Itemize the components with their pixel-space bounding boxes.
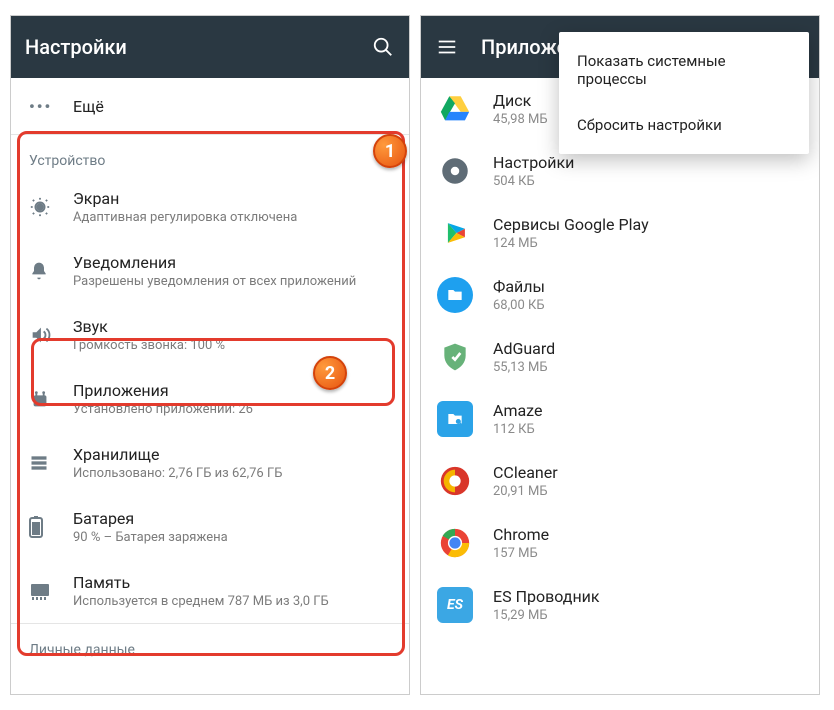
item-sub: Используется в среднем 787 МБ из 3,0 ГБ xyxy=(73,594,391,609)
item-title: Приложения xyxy=(73,381,391,400)
app-row-play-services[interactable]: Сервисы Google Play 124 МБ xyxy=(421,202,819,264)
app-icon-adguard xyxy=(437,339,473,375)
more-label: Ещё xyxy=(73,97,391,116)
app-name: Сервисы Google Play xyxy=(493,215,649,234)
item-title: Уведомления xyxy=(73,253,391,272)
item-sub: Установлено приложений: 26 xyxy=(73,402,391,417)
item-sub: Разрешены уведомления от всех приложений xyxy=(73,274,391,289)
more-icon: ••• xyxy=(29,97,52,116)
settings-item-apps[interactable]: Приложения Установлено приложений: 26 xyxy=(11,367,409,431)
app-row-chrome[interactable]: Chrome 157 МБ xyxy=(421,512,819,574)
annotation-badge-2: 2 xyxy=(313,356,347,390)
app-icon-ccleaner xyxy=(437,463,473,499)
app-icon-amaze xyxy=(437,401,473,437)
app-row-ccleaner[interactable]: CCleaner 20,91 МБ xyxy=(421,450,819,512)
app-size: 112 КБ xyxy=(493,422,542,437)
settings-item-storage[interactable]: Хранилище Использовано: 2,76 ГБ из 62,76… xyxy=(11,431,409,495)
app-icon-files xyxy=(437,277,473,313)
apps-icon xyxy=(29,388,65,410)
settings-item-battery[interactable]: Батарея 90 % – Батарея заряжена xyxy=(11,495,409,559)
app-name: AdGuard xyxy=(493,339,555,358)
sound-icon xyxy=(29,324,65,346)
app-size: 15,29 МБ xyxy=(493,608,600,623)
appbar: Настройки xyxy=(11,16,409,78)
item-sub: Громкость звонка: 100 % xyxy=(73,338,391,353)
app-icon-chrome xyxy=(437,525,473,561)
overflow-menu: Показать системные процессы Сбросить нас… xyxy=(559,32,809,154)
settings-screen: Настройки ••• Ещё Устройство Экран Адапт… xyxy=(10,15,410,695)
battery-icon xyxy=(29,516,65,538)
apps-screen: Приложе Диск 45,98 МБ Настройки 504 КБ xyxy=(420,15,820,695)
app-name: ES Проводник xyxy=(493,587,600,606)
section-header-personal: Личные данные xyxy=(11,624,409,664)
display-icon xyxy=(29,196,65,218)
search-icon[interactable] xyxy=(371,35,395,59)
settings-item-memory[interactable]: Память Используется в среднем 787 МБ из … xyxy=(11,559,409,623)
app-size: 68,00 КБ xyxy=(493,298,545,313)
app-size: 45,98 МБ xyxy=(493,112,548,127)
app-icon-play xyxy=(437,215,473,251)
app-size: 55,13 МБ xyxy=(493,360,555,375)
bell-icon xyxy=(29,261,65,281)
settings-item-sound[interactable]: Звук Громкость звонка: 100 % xyxy=(11,303,409,367)
app-name: Файлы xyxy=(493,277,545,296)
storage-icon xyxy=(29,453,65,473)
settings-item-display[interactable]: Экран Адаптивная регулировка отключена xyxy=(11,175,409,239)
item-title: Память xyxy=(73,573,391,592)
item-sub: 90 % – Батарея заряжена xyxy=(73,530,391,545)
app-icon-drive xyxy=(437,91,473,127)
item-title: Хранилище xyxy=(73,445,391,464)
settings-content: ••• Ещё Устройство Экран Адаптивная регу… xyxy=(11,78,409,664)
app-icon-settings xyxy=(437,153,473,189)
item-sub: Использовано: 2,76 ГБ из 62,76 ГБ xyxy=(73,466,391,481)
annotation-badge-1: 1 xyxy=(373,134,407,168)
section-header-device: Устройство xyxy=(11,135,409,175)
app-icon-es: ES xyxy=(437,587,473,623)
page-title: Настройки xyxy=(25,35,371,59)
app-name: CCleaner xyxy=(493,463,558,482)
app-name: Chrome xyxy=(493,525,549,544)
apps-list[interactable]: Диск 45,98 МБ Настройки 504 КБ Сервисы G… xyxy=(421,78,819,636)
app-size: 157 МБ xyxy=(493,546,549,561)
item-title: Экран xyxy=(73,189,391,208)
settings-item-more[interactable]: ••• Ещё xyxy=(11,78,409,134)
settings-item-notifications[interactable]: Уведомления Разрешены уведомления от все… xyxy=(11,239,409,303)
menu-item-show-system[interactable]: Показать системные процессы xyxy=(559,38,809,102)
app-row-files[interactable]: Файлы 68,00 КБ xyxy=(421,264,819,326)
memory-icon xyxy=(29,582,65,600)
app-size: 504 КБ xyxy=(493,174,574,189)
app-name: Настройки xyxy=(493,153,574,172)
app-name: Amaze xyxy=(493,401,542,420)
hamburger-icon[interactable] xyxy=(435,35,459,59)
app-row-amaze[interactable]: Amaze 112 КБ xyxy=(421,388,819,450)
item-sub: Адаптивная регулировка отключена xyxy=(73,210,391,225)
item-title: Звук xyxy=(73,317,391,336)
app-size: 20,91 МБ xyxy=(493,484,558,499)
menu-item-reset-prefs[interactable]: Сбросить настройки xyxy=(559,102,809,148)
app-row-adguard[interactable]: AdGuard 55,13 МБ xyxy=(421,326,819,388)
app-size: 124 МБ xyxy=(493,236,649,251)
app-name: Диск xyxy=(493,91,548,110)
item-title: Батарея xyxy=(73,509,391,528)
app-row-es[interactable]: ES ES Проводник 15,29 МБ xyxy=(421,574,819,636)
